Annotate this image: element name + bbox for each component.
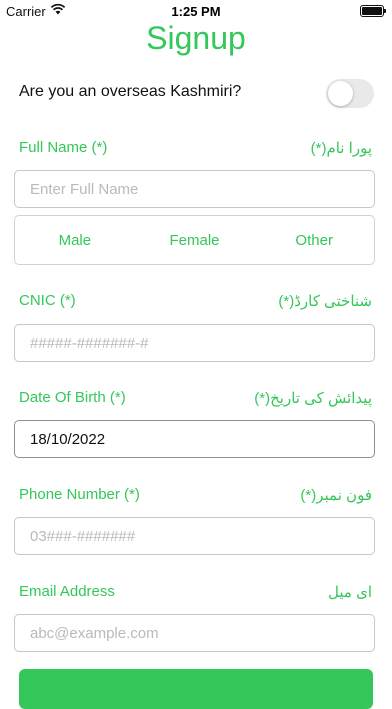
dob-field[interactable] [14, 420, 375, 458]
cnic-input[interactable] [15, 325, 374, 361]
phone-label-urdu: فون نمبر(*) [300, 487, 372, 504]
gender-option-male[interactable]: Male [15, 232, 135, 249]
email-label: Email Address [19, 583, 115, 600]
phone-input[interactable] [15, 518, 374, 554]
page-title: Signup [146, 20, 246, 56]
overseas-toggle[interactable] [326, 79, 374, 108]
toggle-knob [328, 81, 353, 106]
full-name-field[interactable] [14, 170, 375, 208]
email-field[interactable] [14, 614, 375, 652]
gender-option-female[interactable]: Female [135, 232, 255, 249]
gender-selector: Male Female Other [14, 215, 375, 265]
gender-option-other[interactable]: Other [254, 232, 374, 249]
email-input[interactable] [15, 615, 374, 651]
battery-icon [360, 5, 386, 17]
full-name-label: Full Name (*) [19, 139, 108, 156]
email-label-urdu: ای میل [328, 584, 372, 601]
full-name-label-urdu: پورا نام(*) [310, 140, 372, 157]
signup-submit-button[interactable] [19, 669, 373, 709]
phone-label: Phone Number (*) [19, 486, 140, 503]
dob-label-urdu: پیدائش کی تاریخ(*) [254, 390, 372, 407]
cnic-label: CNIC (*) [19, 292, 76, 309]
status-bar: Carrier 1:25 PM [0, 0, 392, 22]
dob-label: Date Of Birth (*) [19, 389, 126, 406]
cnic-label-urdu: شناختی کارڈ(*) [278, 293, 372, 310]
phone-field[interactable] [14, 517, 375, 555]
full-name-input[interactable] [15, 171, 374, 207]
dob-input[interactable] [15, 421, 374, 457]
overseas-question: Are you an overseas Kashmiri? [19, 83, 242, 100]
cnic-field[interactable] [14, 324, 375, 362]
status-time: 1:25 PM [171, 4, 221, 19]
